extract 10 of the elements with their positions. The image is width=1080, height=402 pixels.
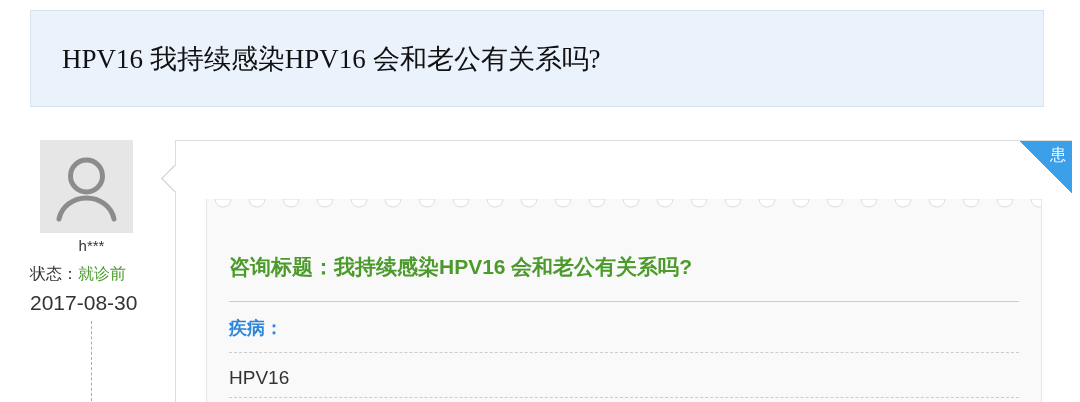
user-name: h*** [77,237,106,254]
page-title: HPV16 我持续感染HPV16 会和老公有关系吗? [62,42,601,76]
corner-badge: 患 [1020,141,1072,193]
question-title: 咨询标题：我持续感染HPV16 会和老公有关系吗? [229,253,1019,302]
status-value: 就诊前 [78,265,126,282]
post-date: 2017-08-30 [30,291,138,315]
avatar-icon [40,140,133,233]
status-label: 状态： [30,265,78,282]
field-value: HPV16 [229,353,1019,398]
field-label: 疾病： [229,302,1019,353]
